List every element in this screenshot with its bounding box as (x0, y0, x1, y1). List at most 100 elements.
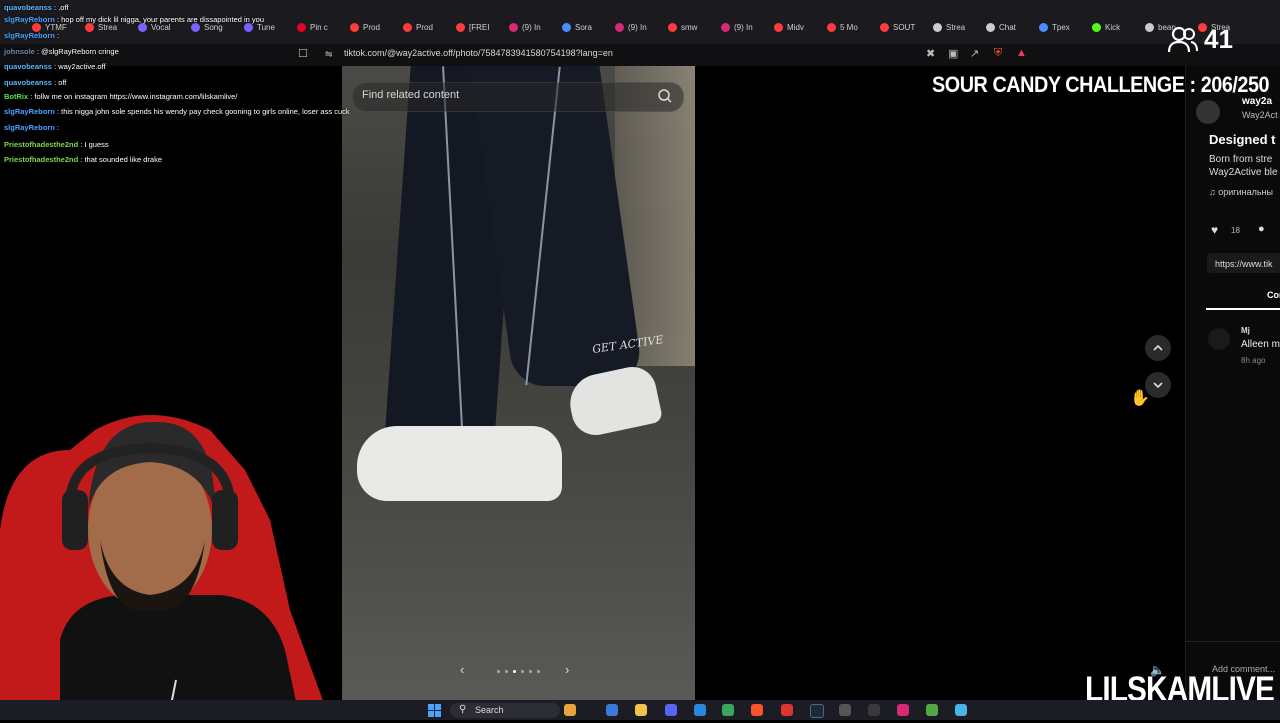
comment-icon[interactable]: ● (1258, 223, 1265, 235)
tab-label: Tpex (1052, 22, 1070, 32)
share-icon[interactable]: ↗ (970, 47, 979, 60)
post-title: Designed t (1209, 132, 1276, 147)
post-detail-panel: way2a Way2Act Designed t Born from stre … (1185, 66, 1280, 700)
comment-text: Alleen m (1241, 339, 1280, 350)
author-name[interactable]: Way2Act (1242, 110, 1278, 120)
browser-tab[interactable]: smw (668, 19, 716, 35)
tab-underline (1206, 308, 1280, 310)
taskbar-obs-icon[interactable] (781, 704, 793, 716)
browser-tab[interactable]: 5 Mo (827, 19, 875, 35)
taskbar-copilot-icon[interactable] (606, 704, 618, 716)
tab-favicon-icon (827, 22, 836, 32)
sound-label[interactable]: ♫ оригинальны (1209, 187, 1273, 197)
taskbar-brave-icon[interactable] (751, 704, 763, 716)
carousel-dot[interactable] (529, 670, 532, 673)
taskbar-search-label: Search (475, 705, 504, 715)
tab-label: Chat (999, 22, 1016, 32)
browser-tab[interactable]: (9) In (509, 19, 557, 35)
chat-username[interactable]: quavobeanss (4, 3, 52, 12)
browser-tab[interactable]: Prod (403, 19, 451, 35)
chat-message: slgRayReborn : this nigga john sole spen… (4, 107, 350, 116)
post-photo[interactable]: GET ACTIVE (342, 66, 695, 700)
chat-text: : this nigga john sole spends his wendy … (54, 107, 350, 116)
taskbar-app-icon[interactable] (839, 704, 851, 716)
rewards-icon[interactable]: ▲ (1016, 47, 1027, 59)
picture-in-picture-icon[interactable]: ▣ (948, 47, 958, 60)
browser-tab[interactable]: (9) In (721, 19, 769, 35)
chat-username[interactable]: Priestofhadesthe2nd (4, 155, 78, 164)
commenter-avatar[interactable] (1208, 328, 1230, 350)
chat-username[interactable]: johnsole (4, 47, 35, 56)
chat-username[interactable]: quavobeanss (4, 78, 52, 87)
carousel-dot[interactable] (521, 670, 524, 673)
comment-time: 8h ago (1241, 356, 1266, 365)
carousel-next-button[interactable]: › (565, 662, 569, 677)
tab-label: SOUT (893, 22, 916, 32)
tab-label: (9) In (522, 22, 541, 32)
taskbar-search-box[interactable] (450, 703, 560, 718)
taskbar-app-icon[interactable] (722, 704, 734, 716)
browser-tab[interactable]: Strea (933, 19, 981, 35)
brave-shield-icon[interactable]: ⛨ (994, 47, 1002, 60)
tab-favicon-icon (721, 22, 730, 32)
carousel-dot[interactable] (505, 670, 508, 673)
viewer-count-badge: 41 (1168, 22, 1233, 56)
viewer-count: 41 (1204, 23, 1233, 54)
tab-label: [FREI (469, 22, 490, 32)
taskbar-notepad-icon[interactable] (955, 704, 967, 716)
chat-message: quavobeanss : .off (4, 3, 68, 12)
taskbar-discord-icon[interactable] (665, 704, 677, 716)
search-icon[interactable] (652, 85, 678, 107)
taskbar-app-icon[interactable] (926, 704, 938, 716)
taskbar-widget-icon[interactable] (564, 704, 576, 716)
heart-icon[interactable]: ♥ (1211, 223, 1218, 237)
carousel-dot-active[interactable] (513, 670, 516, 673)
url-text[interactable]: tiktok.com/@way2active.off/photo/7584783… (344, 48, 613, 58)
like-count: 18 (1231, 226, 1240, 235)
previous-post-button[interactable] (1145, 335, 1171, 361)
tab-comments[interactable]: Comm (1267, 290, 1280, 300)
chat-text: : (54, 31, 60, 40)
browser-tab[interactable]: Midv (774, 19, 822, 35)
chat-username[interactable]: slgRayReborn (4, 123, 55, 132)
carousel-prev-button[interactable]: ‹ (460, 662, 464, 677)
chat-text: : (54, 123, 60, 132)
chat-username[interactable]: BotRix (4, 92, 28, 101)
chat-message: johnsole : @slgRayReborn cringe (4, 47, 119, 56)
post-description: Born from stre (1209, 154, 1273, 165)
browser-tab[interactable]: [FREI (456, 19, 504, 35)
browser-tab[interactable]: Kick (1092, 19, 1140, 35)
browser-tab[interactable]: SOUT (880, 19, 928, 35)
tab-label: Strea (946, 22, 966, 32)
chat-message: slgRayReborn : hop off my dick lil nigga… (4, 15, 264, 24)
taskbar-steam-icon[interactable] (810, 704, 824, 718)
commenter-name[interactable]: Mj (1241, 326, 1250, 335)
chat-username[interactable]: quavobeanss (4, 62, 52, 71)
author-avatar[interactable] (1196, 100, 1220, 124)
browser-tab[interactable]: Sora (562, 19, 610, 35)
browser-tab[interactable]: Tpex (1039, 19, 1087, 35)
tab-label: (9) In (628, 22, 647, 32)
carousel-dot[interactable] (537, 670, 540, 673)
chat-username[interactable]: slgRayReborn (4, 15, 55, 24)
browser-tab[interactable]: (9) In (615, 19, 663, 35)
taskbar-4k-icon[interactable] (868, 704, 880, 716)
tab-label: Prod (416, 22, 433, 32)
tab-favicon-icon (562, 22, 571, 32)
chat-username[interactable]: slgRayReborn (4, 31, 55, 40)
chat-text: : way2active.off (51, 62, 106, 71)
chat-text: : that sounded like drake (78, 155, 162, 164)
windows-start-icon[interactable] (428, 704, 441, 717)
carousel-dot[interactable] (497, 670, 500, 673)
post-link[interactable]: https://www.tik (1215, 259, 1273, 269)
taskbar-file-explorer-icon[interactable] (635, 704, 647, 716)
chat-username[interactable]: slgRayReborn (4, 107, 55, 116)
browser-tab[interactable]: Chat (986, 19, 1034, 35)
chat-text: : .off (51, 3, 69, 12)
mute-tab-icon[interactable]: ✖ (926, 47, 935, 60)
taskbar-instagram-icon[interactable] (897, 704, 909, 716)
tab-label: (9) In (734, 22, 753, 32)
chat-username[interactable]: Priestofhadesthe2nd (4, 140, 78, 149)
chat-message: BotRix : follw me on instagram https://w… (4, 92, 237, 101)
taskbar-store-icon[interactable] (694, 704, 706, 716)
